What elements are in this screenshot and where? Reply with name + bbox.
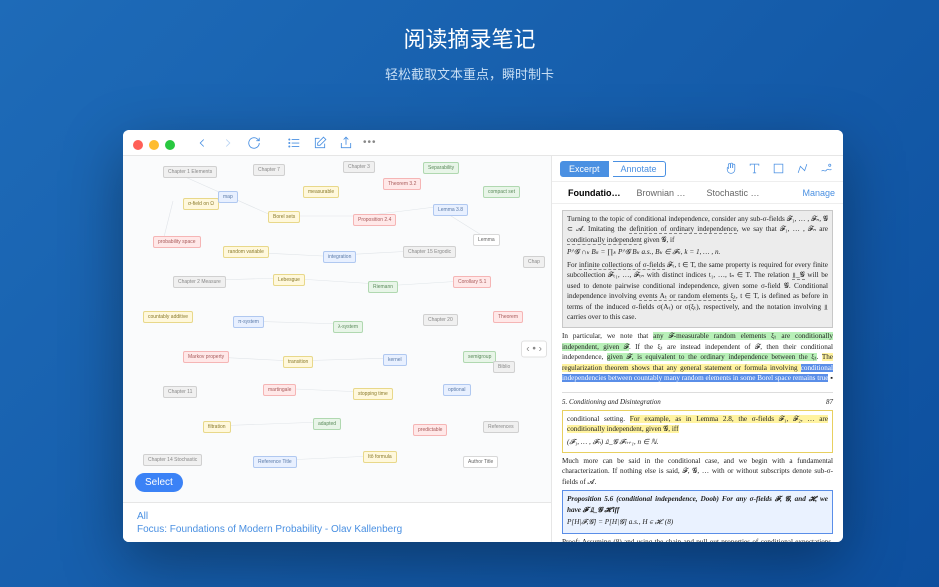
- mindmap-node[interactable]: Chapter 1 Elements: [163, 166, 217, 178]
- mindmap-node[interactable]: Chapter 11: [163, 386, 197, 398]
- mindmap-node[interactable]: Borel sets: [268, 211, 300, 223]
- document-tabs: Foundatio… Brownian Moti… Stochastic Dif…: [552, 182, 843, 204]
- hero-subtitle: 轻松截取文本重点，瞬时制卡: [0, 54, 939, 83]
- mindmap-node[interactable]: Lebesgue: [273, 274, 305, 286]
- highlighted-block-1: Turning to the topic of conditional inde…: [562, 210, 833, 328]
- mindmap-node[interactable]: Chapter 7: [253, 164, 285, 176]
- mindmap-node[interactable]: Biblio: [493, 361, 515, 373]
- mindmap-node[interactable]: semigroup: [463, 351, 496, 363]
- highlighted-block-3: Proposition 5.6 (conditional independenc…: [562, 490, 833, 533]
- mindmap-node[interactable]: Separability: [423, 162, 459, 174]
- close-button[interactable]: [133, 140, 143, 150]
- mindmap-node[interactable]: Theorem: [493, 311, 523, 323]
- section-header: 5. Conditioning and Disintegration87: [562, 397, 833, 407]
- mindmap-node[interactable]: Corollary 5.1: [453, 276, 491, 288]
- mindmap-node[interactable]: π-system: [233, 316, 264, 328]
- mindmap-pane[interactable]: Chapter 1 Elements Chapter 7 Chapter 3 Sepa…: [123, 156, 551, 542]
- mindmap-node[interactable]: Author Title: [463, 456, 498, 468]
- excerpt-tab[interactable]: Excerpt: [560, 161, 609, 177]
- footer-all[interactable]: All: [137, 511, 537, 522]
- mindmap-node[interactable]: transition: [283, 356, 313, 368]
- mindmap-node[interactable]: Chapter 14 Stochastic: [143, 454, 202, 466]
- mindmap-node[interactable]: Markov property: [183, 351, 229, 363]
- mindmap-node[interactable]: stopping time: [353, 388, 393, 400]
- mindmap-node[interactable]: optional: [443, 384, 471, 396]
- mindmap-node[interactable]: predictable: [413, 424, 447, 436]
- mindmap-node[interactable]: Lemma: [473, 234, 500, 246]
- footer-bar: All Focus: Foundations of Modern Probabi…: [123, 502, 551, 542]
- manage-link[interactable]: Manage: [802, 188, 835, 198]
- mindmap-node[interactable]: Proposition 2.4: [353, 214, 396, 226]
- mindmap-node[interactable]: adapted: [313, 418, 341, 430]
- mindmap-node[interactable]: Lemma 3.8: [433, 204, 468, 216]
- content-area: Chapter 1 Elements Chapter 7 Chapter 3 Sepa…: [123, 156, 843, 542]
- mindmap-node[interactable]: Chap: [523, 256, 545, 268]
- mindmap-node[interactable]: λ-system: [333, 321, 363, 333]
- reader-toolbar: Excerpt Annotate: [552, 156, 843, 182]
- hand-tool-icon[interactable]: [721, 160, 739, 178]
- doc-para-6: Proof: Assuming (8) and using the chain …: [562, 537, 833, 542]
- toolbar: •••: [123, 130, 843, 156]
- text-select-icon[interactable]: [745, 160, 763, 178]
- mindmap-node[interactable]: Reference Title: [253, 456, 297, 468]
- footer-focus[interactable]: Focus: Foundations of Modern Probability…: [137, 524, 537, 535]
- refresh-button[interactable]: [245, 134, 263, 152]
- mindmap-node[interactable]: martingale: [263, 384, 296, 396]
- mindmap-node[interactable]: compact set: [483, 186, 520, 198]
- mindmap-node[interactable]: integration: [323, 251, 356, 263]
- more-button[interactable]: •••: [363, 137, 377, 148]
- mindmap-node[interactable]: Riemann: [368, 281, 398, 293]
- mindmap-node[interactable]: σ-field on Ω: [183, 198, 219, 210]
- window-controls: [133, 140, 175, 150]
- doc-tab-2[interactable]: Brownian Moti…: [629, 188, 699, 198]
- mindmap-node[interactable]: countably additive: [143, 311, 193, 323]
- mindmap-node[interactable]: Theorem 3.2: [383, 178, 421, 190]
- reader-pane: Excerpt Annotate Foundatio… Brownian Mot…: [551, 156, 843, 542]
- minimize-button[interactable]: [149, 140, 159, 150]
- highlighted-block-2: conditional setting. For example, as in …: [562, 410, 833, 453]
- hero-title: 阅读摘录笔记: [0, 0, 939, 54]
- mindmap-node[interactable]: Chapter 3: [343, 161, 375, 173]
- document-body[interactable]: Turning to the topic of conditional inde…: [552, 204, 843, 542]
- mindmap-node[interactable]: random variable: [223, 246, 269, 258]
- doc-tab-3[interactable]: Stochastic Dif…: [699, 188, 769, 198]
- mindmap-node[interactable]: Chapter 2 Measure: [173, 276, 226, 288]
- mindmap-node[interactable]: Itô formula: [363, 451, 397, 463]
- compose-icon[interactable]: [311, 134, 329, 152]
- mindmap-node[interactable]: probability space: [153, 236, 201, 248]
- zoom-button[interactable]: [165, 140, 175, 150]
- mindmap-node[interactable]: filtration: [203, 421, 231, 433]
- select-button[interactable]: Select: [135, 473, 183, 492]
- app-window: ••• Chapter 1 ElementsCh: [123, 130, 843, 542]
- doc-para-3: In particular, we note that any 𝓕-measur…: [562, 331, 833, 383]
- mindmap-node[interactable]: References: [483, 421, 519, 433]
- list-icon[interactable]: [285, 134, 303, 152]
- annotate-tab[interactable]: Annotate: [613, 161, 666, 177]
- page-nav[interactable]: ‹ • ›: [521, 341, 547, 358]
- handwrite-icon[interactable]: [817, 160, 835, 178]
- back-button[interactable]: [193, 134, 211, 152]
- mindmap-node[interactable]: Chapter 20: [423, 314, 458, 326]
- mindmap-node[interactable]: kernel: [383, 354, 407, 366]
- mindmap-node[interactable]: measurable: [303, 186, 339, 198]
- forward-button[interactable]: [219, 134, 237, 152]
- mindmap-node[interactable]: Chapter 15 Ergodic: [403, 246, 456, 258]
- lasso-icon[interactable]: [793, 160, 811, 178]
- mindmap-node[interactable]: map: [218, 191, 238, 203]
- doc-tab-1[interactable]: Foundatio…: [560, 188, 629, 198]
- share-icon[interactable]: [337, 134, 355, 152]
- mindmap-lines: [123, 156, 551, 542]
- rect-select-icon[interactable]: [769, 160, 787, 178]
- doc-para-5: Much more can be said in the conditional…: [562, 456, 833, 487]
